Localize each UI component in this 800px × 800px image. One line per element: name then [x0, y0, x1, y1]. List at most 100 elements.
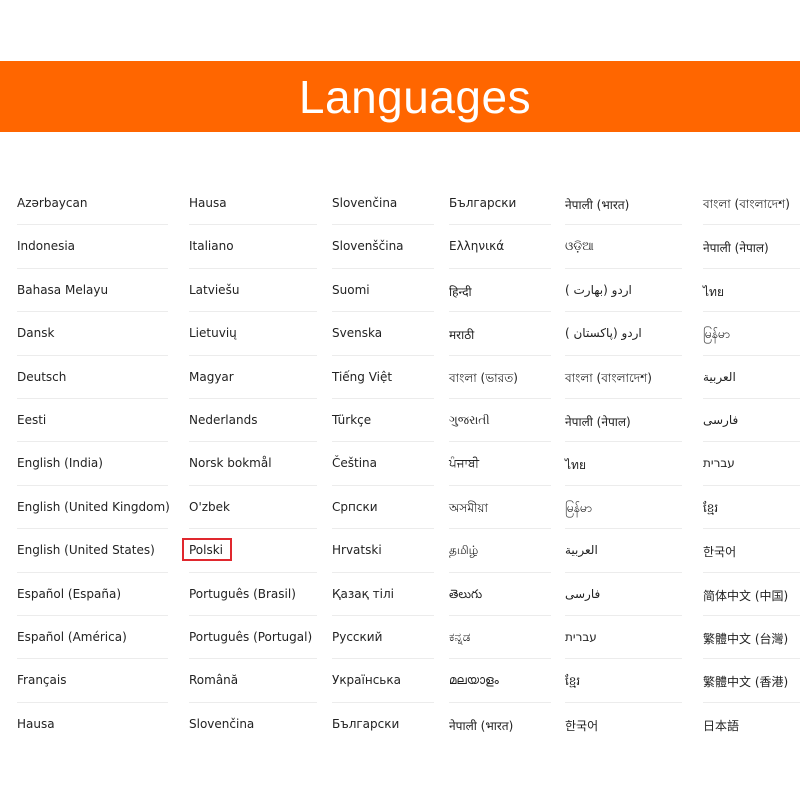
language-label: 한국어 [703, 545, 737, 560]
language-option[interactable]: Dansk [17, 312, 168, 356]
language-option[interactable]: မြန်မာ [703, 312, 800, 356]
language-option[interactable]: Čeština [332, 442, 434, 486]
language-label: ಕನ್ನಡ [449, 629, 471, 644]
language-option[interactable]: नेपाली (नेपाल) [565, 399, 682, 443]
language-option[interactable]: ଓଡ଼ିଆ [565, 225, 682, 269]
language-option[interactable]: ਪੰਜਾਬੀ [449, 442, 551, 486]
language-option[interactable]: हिन्दी [449, 269, 551, 313]
language-option[interactable]: नेपाली (भारत) [565, 182, 682, 226]
language-option[interactable]: 한국어 [565, 703, 682, 746]
language-label: Ελληνικά [449, 239, 505, 254]
language-option[interactable]: עברית [565, 616, 682, 660]
language-option[interactable]: Latviešu [189, 269, 317, 313]
language-option[interactable]: Magyar [189, 356, 317, 399]
language-option[interactable]: Deutsch [17, 356, 168, 399]
language-option[interactable]: Svenska [332, 312, 434, 356]
language-option[interactable]: Українська [332, 659, 434, 703]
language-option[interactable]: 한국어 [703, 529, 800, 573]
language-option[interactable]: বাংলা (বাংলাদেশ) [703, 182, 800, 226]
language-option[interactable]: فارسی [703, 399, 800, 443]
language-option[interactable]: Русский [332, 616, 434, 660]
language-label: Deutsch [17, 369, 67, 384]
language-option[interactable]: 日本語 [703, 703, 800, 746]
language-option[interactable]: Português (Portugal) [189, 616, 317, 660]
language-option[interactable]: Eesti [17, 399, 168, 443]
language-option[interactable]: العربية [703, 356, 800, 399]
language-option[interactable]: বাংলা (ভারত) [449, 356, 551, 399]
language-option[interactable]: English (United Kingdom) [17, 486, 170, 530]
language-option[interactable]: नेपाली (नेपाल) [703, 225, 800, 269]
language-option[interactable]: Slovenčina [332, 182, 434, 226]
language-label: मराठी [449, 328, 475, 343]
language-option[interactable]: తెలుగు [449, 573, 551, 616]
language-label: English (India) [17, 456, 103, 471]
language-option[interactable]: Norsk bokmål [189, 442, 317, 486]
language-option[interactable]: ಕನ್ನಡ [449, 616, 551, 660]
language-option[interactable]: Български [332, 703, 434, 746]
language-label: हिन्दी [449, 284, 472, 299]
language-label: اردو (پاکستان ) [565, 326, 642, 341]
language-option[interactable]: मराठी [449, 312, 551, 356]
language-option[interactable]: 繁體中文 (香港) [703, 659, 800, 703]
language-label: नेपाली (भारत) [449, 718, 514, 733]
language-label: Српски [332, 499, 378, 514]
language-option[interactable]: English (United States) [17, 529, 168, 573]
language-option[interactable]: Español (América) [17, 616, 168, 660]
language-option[interactable]: தமிழ் [449, 529, 551, 573]
language-option[interactable]: Português (Brasil) [189, 573, 317, 616]
language-option[interactable]: Lietuvių [189, 312, 317, 356]
language-option[interactable]: Türkçe [332, 399, 434, 443]
language-option[interactable]: Български [449, 182, 551, 226]
language-option[interactable]: Hrvatski [332, 529, 434, 573]
language-option[interactable]: Slovenčina [189, 703, 317, 746]
language-label: Português (Portugal) [189, 629, 313, 644]
language-label: नेपाली (भारत) [565, 198, 630, 212]
language-option[interactable]: ไทย [703, 269, 800, 313]
language-option[interactable]: Indonesia [17, 225, 168, 269]
language-option[interactable]: فارسی [565, 573, 682, 616]
language-option[interactable]: O'zbek [189, 486, 317, 530]
language-option[interactable]: Français [17, 659, 168, 703]
language-option[interactable]: Italiano [189, 225, 317, 269]
language-label: 繁體中文 (香港) [703, 675, 789, 690]
language-option[interactable]: Azərbaycan [17, 182, 168, 226]
language-option[interactable]: Bahasa Melayu [17, 269, 168, 313]
language-option[interactable]: اردو (پاکستان ) [565, 312, 682, 356]
language-label: Indonesia [17, 239, 76, 254]
language-option[interactable]: ខ្មែរ [565, 659, 682, 703]
language-option[interactable]: বাংলা (বাংলাদেশ) [565, 356, 682, 399]
language-option[interactable]: עברית [703, 442, 800, 486]
language-option[interactable]: नेपाली (भारत) [449, 703, 551, 746]
language-option[interactable]: العربية [565, 529, 682, 573]
language-label: Slovenčina [189, 716, 255, 731]
language-label: বাংলা (বাংলাদেশ) [703, 197, 790, 211]
language-option[interactable]: Српски [332, 486, 434, 530]
language-option[interactable]: Español (España) [17, 573, 168, 616]
language-option[interactable]: ไทย [565, 442, 682, 486]
language-option[interactable]: اردو (بھارت ) [565, 269, 682, 313]
language-label: नेपाली (नेपाल) [565, 414, 631, 429]
language-option[interactable]: Hausa [17, 703, 168, 746]
language-option[interactable]: ខ្មែរ [703, 486, 800, 530]
language-label: മലയാളം [449, 673, 499, 688]
language-option[interactable]: മലയാളം [449, 659, 551, 703]
language-option[interactable]: অসমীয়া [449, 486, 551, 530]
language-option[interactable]: Hausa [189, 182, 317, 226]
language-option[interactable]: မြန်မာ [565, 486, 682, 530]
language-option[interactable]: Română [189, 659, 317, 703]
language-option[interactable]: 繁體中文 (台灣) [703, 616, 800, 660]
language-option[interactable]: ગુજરાતી [449, 399, 551, 443]
language-option[interactable]: Slovenščina [332, 225, 434, 269]
language-option[interactable]: 简体中文 (中国) [703, 573, 800, 616]
languages-page: Languages Azərbaycan Indonesia Bahasa Mela… [0, 0, 800, 800]
language-label: Bahasa Melayu [17, 282, 109, 297]
language-option-selected[interactable]: Polski [182, 529, 317, 573]
language-label: Magyar [189, 369, 234, 384]
language-option[interactable]: Nederlands [189, 399, 317, 443]
language-option[interactable]: Қазақ тілі [332, 573, 434, 616]
language-option[interactable]: Suomi [332, 269, 434, 313]
language-option[interactable]: Ελληνικά [449, 225, 551, 269]
language-label: Slovenščina [332, 239, 404, 254]
language-option[interactable]: Tiếng Việt [332, 356, 434, 399]
language-option[interactable]: English (India) [17, 442, 168, 486]
